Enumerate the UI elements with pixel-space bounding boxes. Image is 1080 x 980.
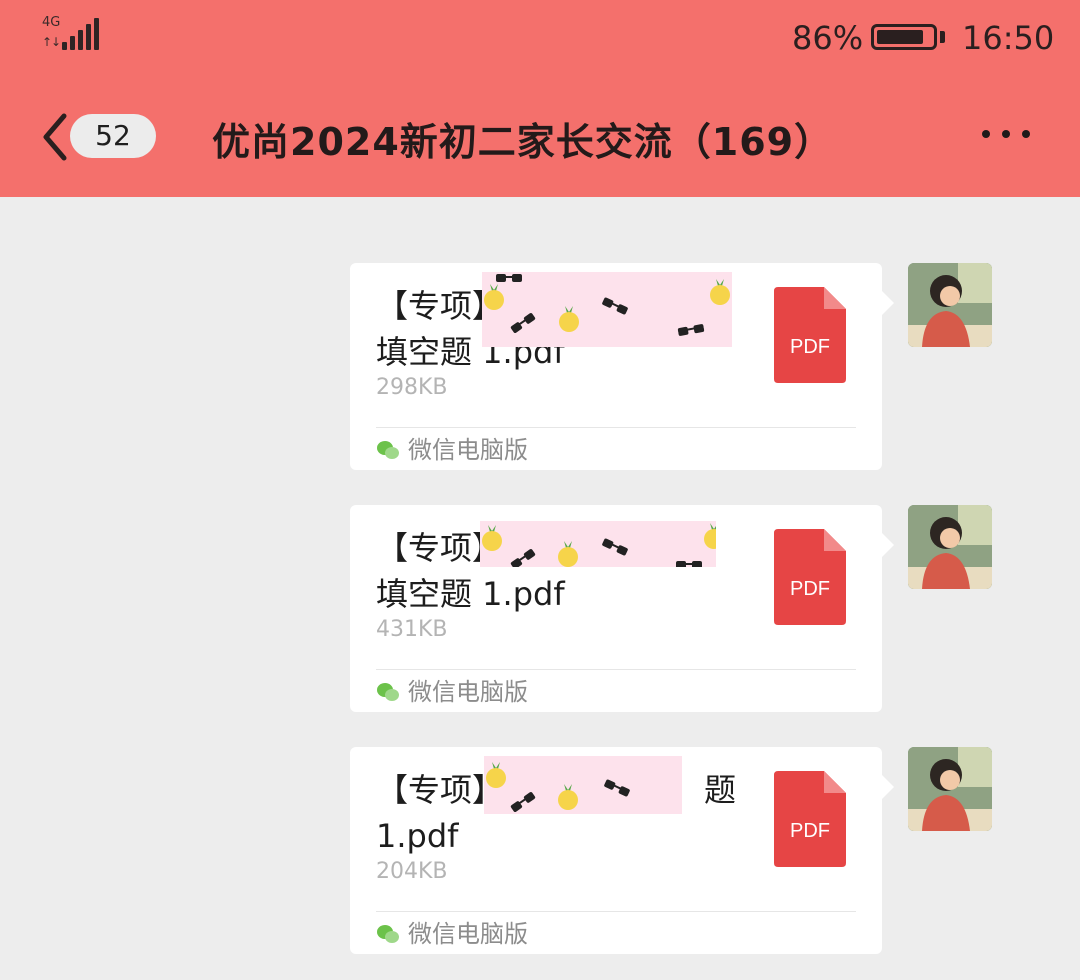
pineapple-sticker-icon <box>484 284 504 310</box>
file-type-label: PDF <box>790 820 830 842</box>
pdf-file-icon: PDF <box>774 529 846 625</box>
source-label: 微信电脑版 <box>408 920 528 948</box>
battery-fill <box>877 30 924 44</box>
battery-cap <box>940 31 945 43</box>
file-type-label: PDF <box>790 578 830 600</box>
pineapple-sticker-icon <box>704 523 716 549</box>
battery-percent: 86% <box>792 19 864 57</box>
avatar-illustration <box>908 747 992 831</box>
file-message[interactable]: 【专项】题 1.pdf 204KB PDF 微信电脑版 <box>350 747 894 954</box>
chat-nav-bar: 52 优尚2024新初二家长交流（169） <box>0 90 1080 190</box>
wechat-icon <box>377 441 399 459</box>
redaction-sticker <box>484 756 682 814</box>
signal-bar <box>94 18 99 50</box>
sunglasses-sticker-icon <box>602 297 628 315</box>
pineapple-sticker-icon <box>710 279 730 305</box>
file-size: 431KB <box>376 617 448 642</box>
signal-bar <box>62 42 67 50</box>
file-message[interactable]: 【专项】 填空题 1.pdf 431KB PDF 微信电脑版 <box>350 505 894 712</box>
sunglasses-sticker-icon <box>676 561 702 567</box>
file-name-tail: 题 <box>704 771 737 809</box>
sunglasses-sticker-icon <box>604 779 630 797</box>
unread-count-badge[interactable]: 52 <box>70 114 156 158</box>
file-size: 298KB <box>376 375 448 400</box>
divider <box>376 427 856 428</box>
clock: 16:50 <box>962 19 1055 57</box>
wechat-icon <box>377 925 399 943</box>
more-dots-icon[interactable] <box>982 130 1032 142</box>
sender-avatar[interactable] <box>908 263 992 347</box>
source-label: 微信电脑版 <box>408 436 528 464</box>
pineapple-sticker-icon <box>558 541 578 567</box>
pdf-file-icon: PDF <box>774 287 846 383</box>
data-activity-icon: ↑↓ <box>42 35 61 49</box>
signal-bar <box>70 36 75 50</box>
sender-avatar[interactable] <box>908 505 992 589</box>
avatar-illustration <box>908 263 992 347</box>
pdf-file-icon: PDF <box>774 771 846 867</box>
battery-icon <box>871 24 937 50</box>
network-type-label: 4G <box>42 15 61 30</box>
signal-bar <box>78 30 83 50</box>
pineapple-sticker-icon <box>482 525 502 551</box>
sunglasses-sticker-icon <box>510 549 536 567</box>
file-message[interactable]: 【专项】 填空题 1.pdf 298KB PDF 微信电脑版 <box>350 263 894 470</box>
pineapple-sticker-icon <box>559 306 579 332</box>
divider <box>376 669 856 670</box>
redaction-sticker <box>480 521 716 567</box>
status-bar: 4G ↑↓ 86% 16:50 <box>0 0 1080 80</box>
sunglasses-sticker-icon <box>496 274 522 282</box>
pineapple-sticker-icon <box>486 762 506 788</box>
sunglasses-sticker-icon <box>510 313 536 333</box>
source-label: 微信电脑版 <box>408 678 528 706</box>
sunglasses-sticker-icon <box>602 538 628 556</box>
sunglasses-sticker-icon <box>510 792 536 812</box>
signal-bar <box>86 24 91 50</box>
avatar-illustration <box>908 505 992 589</box>
chat-title: 优尚2024新初二家长交流（169） <box>212 120 834 164</box>
redaction-sticker <box>482 272 732 347</box>
signal-strength-icon: 4G ↑↓ <box>42 16 102 56</box>
app-header: 4G ↑↓ 86% 16:50 52 优尚2024新初二家长交流（169） <box>0 0 1080 197</box>
pineapple-sticker-icon <box>558 784 578 810</box>
divider <box>376 911 856 912</box>
file-type-label: PDF <box>790 336 830 358</box>
file-size: 204KB <box>376 859 448 884</box>
sender-avatar[interactable] <box>908 747 992 831</box>
file-name-line-2: 填空题 1.pdf <box>376 575 565 613</box>
wechat-icon <box>377 683 399 701</box>
sunglasses-sticker-icon <box>677 324 705 336</box>
file-name-line-2: 1.pdf <box>376 817 459 855</box>
